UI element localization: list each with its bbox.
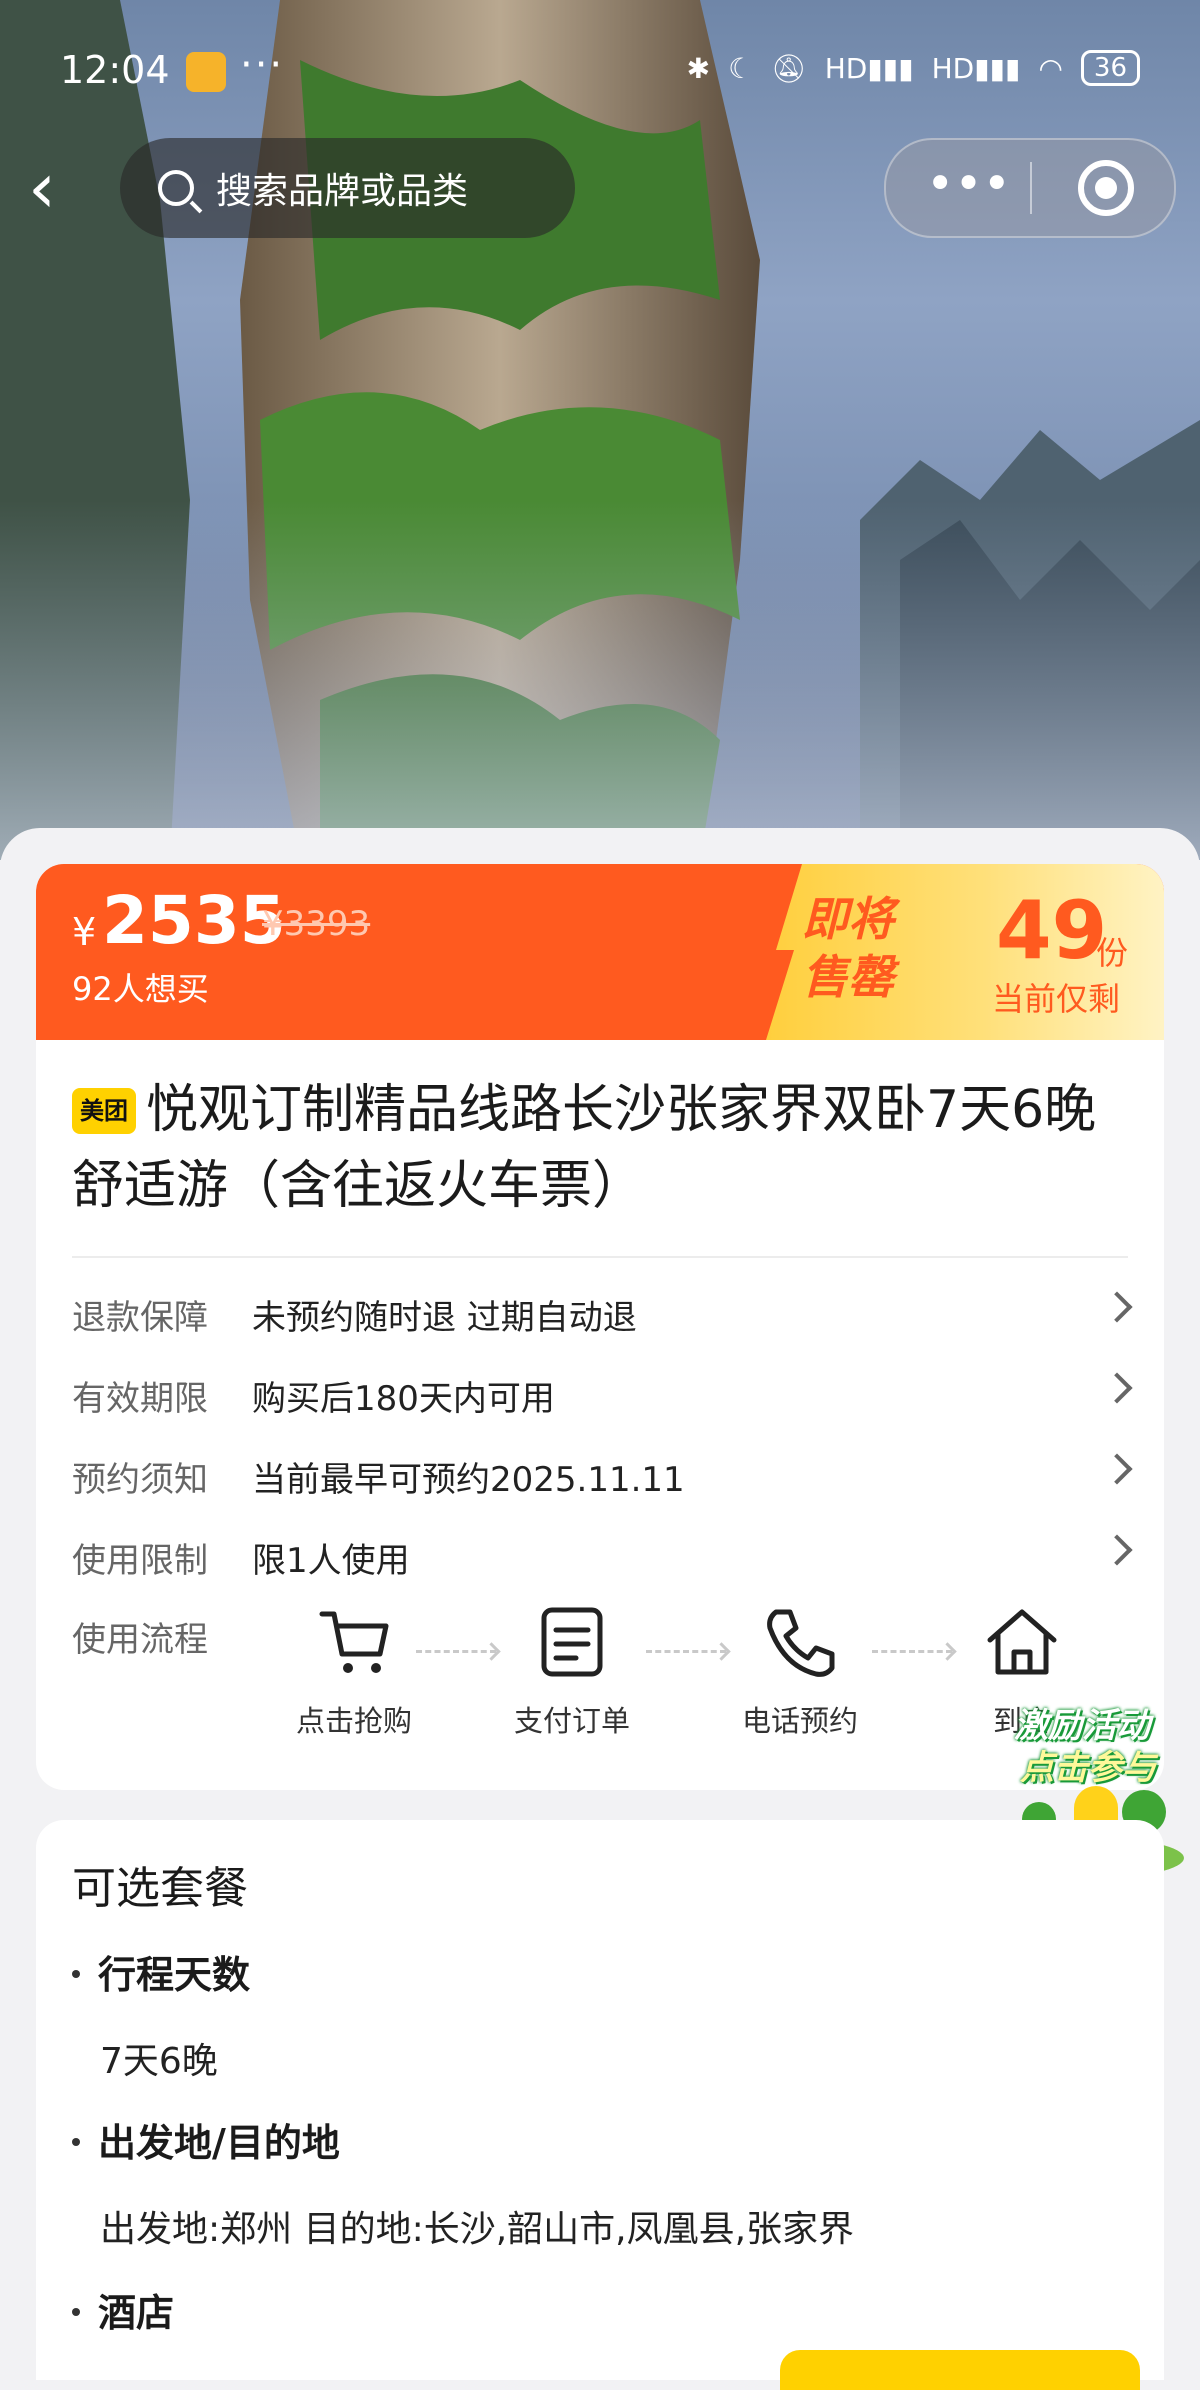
remaining-label: 当前仅剩: [992, 980, 1121, 1018]
flow-step-pay: 支付订单: [492, 1604, 652, 1740]
option-value: 7天6晚: [100, 2041, 218, 2082]
capsule-divider: [1030, 162, 1032, 214]
info-value: 限1人使用: [252, 1541, 410, 1581]
mute-icon: 🔕︎: [771, 51, 807, 85]
price-banner: ¥ 2535 ¥3393 92人想买 即将售罄 49 份 当前仅剩: [36, 864, 1164, 1040]
flow-arrow: [646, 1650, 726, 1655]
bullet-icon: [72, 2138, 80, 2146]
notification-app-icon: [186, 52, 226, 92]
info-key: 使用限制: [72, 1541, 208, 1581]
flow-arrow: [872, 1650, 952, 1655]
promo-line2: 点击参与: [1020, 1748, 1156, 1788]
info-key: 退款保障: [72, 1298, 208, 1338]
info-key: 有效期限: [72, 1379, 208, 1419]
status-bar: 12:04 ··· ✱ ☾ 🔕︎ HD▮▮▮ HD▮▮▮ ◠ 36: [60, 40, 1140, 100]
signal-icon: HD▮▮▮: [824, 51, 914, 85]
product-card: ¥ 2535 ¥3393 92人想买 即将售罄 49 份 当前仅剩 美团 悦观订制…: [36, 864, 1164, 1790]
meituan-badge: 美团: [72, 1088, 136, 1134]
product-title-block: 美团 悦观订制精品线路长沙张家界双卧7天6晚舒适游（含往返火车票）: [72, 1072, 1128, 1224]
status-icons: ✱ ☾ 🔕︎ HD▮▮▮ HD▮▮▮ ◠ 36: [687, 50, 1140, 86]
sellout-panel: 即将售罄 49 份 当前仅剩: [766, 864, 1164, 1040]
document-icon: [541, 1607, 603, 1677]
bluetooth-icon: ✱: [686, 51, 711, 85]
flow-label: 使用流程: [72, 1620, 208, 1660]
flow-step-call: 电话预约: [720, 1604, 880, 1740]
phone-icon: [767, 1609, 835, 1677]
flow-arrow: [416, 1650, 496, 1655]
search-icon: [158, 170, 194, 206]
info-row-validity[interactable]: 有效期限 购买后180天内可用: [72, 1361, 1133, 1421]
info-row-limit[interactable]: 使用限制 限1人使用: [72, 1523, 1133, 1583]
signal-icon-2: HD▮▮▮: [931, 51, 1021, 85]
chevron-right-icon: [1101, 1453, 1133, 1485]
close-miniapp-button[interactable]: [1078, 160, 1134, 216]
buy-button-peek[interactable]: [780, 2350, 1140, 2390]
hero-image: [0, 0, 1200, 860]
flow-step-label: 点击抢购: [295, 1704, 412, 1738]
option-title: 行程天数: [72, 1944, 250, 1999]
miniapp-capsule: •••: [884, 138, 1176, 238]
info-row-booking[interactable]: 预约须知 当前最早可预约2025.11.11: [72, 1442, 1133, 1502]
want-count: 92人想买: [72, 970, 209, 1008]
search-bar[interactable]: 搜索品牌或品类: [120, 138, 575, 238]
bullet-icon: [72, 1970, 80, 1978]
search-placeholder: 搜索品牌或品类: [216, 171, 469, 212]
home-icon: [987, 1609, 1057, 1675]
original-price: ¥3393: [262, 904, 371, 944]
info-row-refund[interactable]: 退款保障 未预约随时退 过期自动退: [72, 1280, 1133, 1340]
more-notifications-icon: ···: [240, 42, 285, 88]
remaining-count: 49: [996, 884, 1108, 977]
info-key: 预约须知: [72, 1460, 208, 1500]
info-value: 购买后180天内可用: [252, 1379, 555, 1419]
section-title: 可选套餐: [72, 1863, 248, 1914]
chevron-right-icon: [1101, 1372, 1133, 1404]
current-price: 2535: [102, 882, 286, 959]
currency-symbol: ¥: [72, 910, 97, 954]
flow-step-buy: 点击抢购: [274, 1604, 434, 1740]
info-value: 当前最早可预约2025.11.11: [252, 1460, 685, 1500]
cart-icon: [319, 1611, 389, 1673]
product-title: 悦观订制精品线路长沙张家界双卧7天6晚舒适游（含往返火车票）: [72, 1080, 1097, 1216]
battery-icon: 36: [1080, 50, 1140, 86]
bullet-icon: [72, 2308, 80, 2316]
option-value: 出发地:郑州 目的地:长沙,韶山市,凤凰县,张家界: [100, 2209, 855, 2250]
sellout-soon-label: 即将售罄: [802, 892, 894, 1004]
package-options-card: 可选套餐 行程天数 7天6晚 出发地/目的地 出发地:郑州 目的地:长沙,韶山市…: [36, 1820, 1164, 2380]
chevron-right-icon: [1101, 1291, 1133, 1323]
flow-step-label: 支付订单: [513, 1704, 630, 1738]
mountain-scenery: [0, 0, 1200, 860]
divider: [72, 1256, 1128, 1258]
option-title: 酒店: [72, 2282, 174, 2337]
clock: 12:04: [60, 48, 170, 92]
remaining-unit: 份: [1096, 934, 1129, 972]
more-button[interactable]: •••: [926, 160, 1011, 212]
moon-icon: ☾: [728, 51, 754, 85]
back-button[interactable]: ‹: [28, 153, 84, 223]
info-value: 未预约随时退 过期自动退: [252, 1298, 637, 1338]
option-title: 出发地/目的地: [72, 2112, 340, 2167]
flow-step-label: 电话预约: [741, 1704, 858, 1738]
chevron-right-icon: [1101, 1534, 1133, 1566]
wifi-icon: ◠: [1038, 51, 1063, 85]
